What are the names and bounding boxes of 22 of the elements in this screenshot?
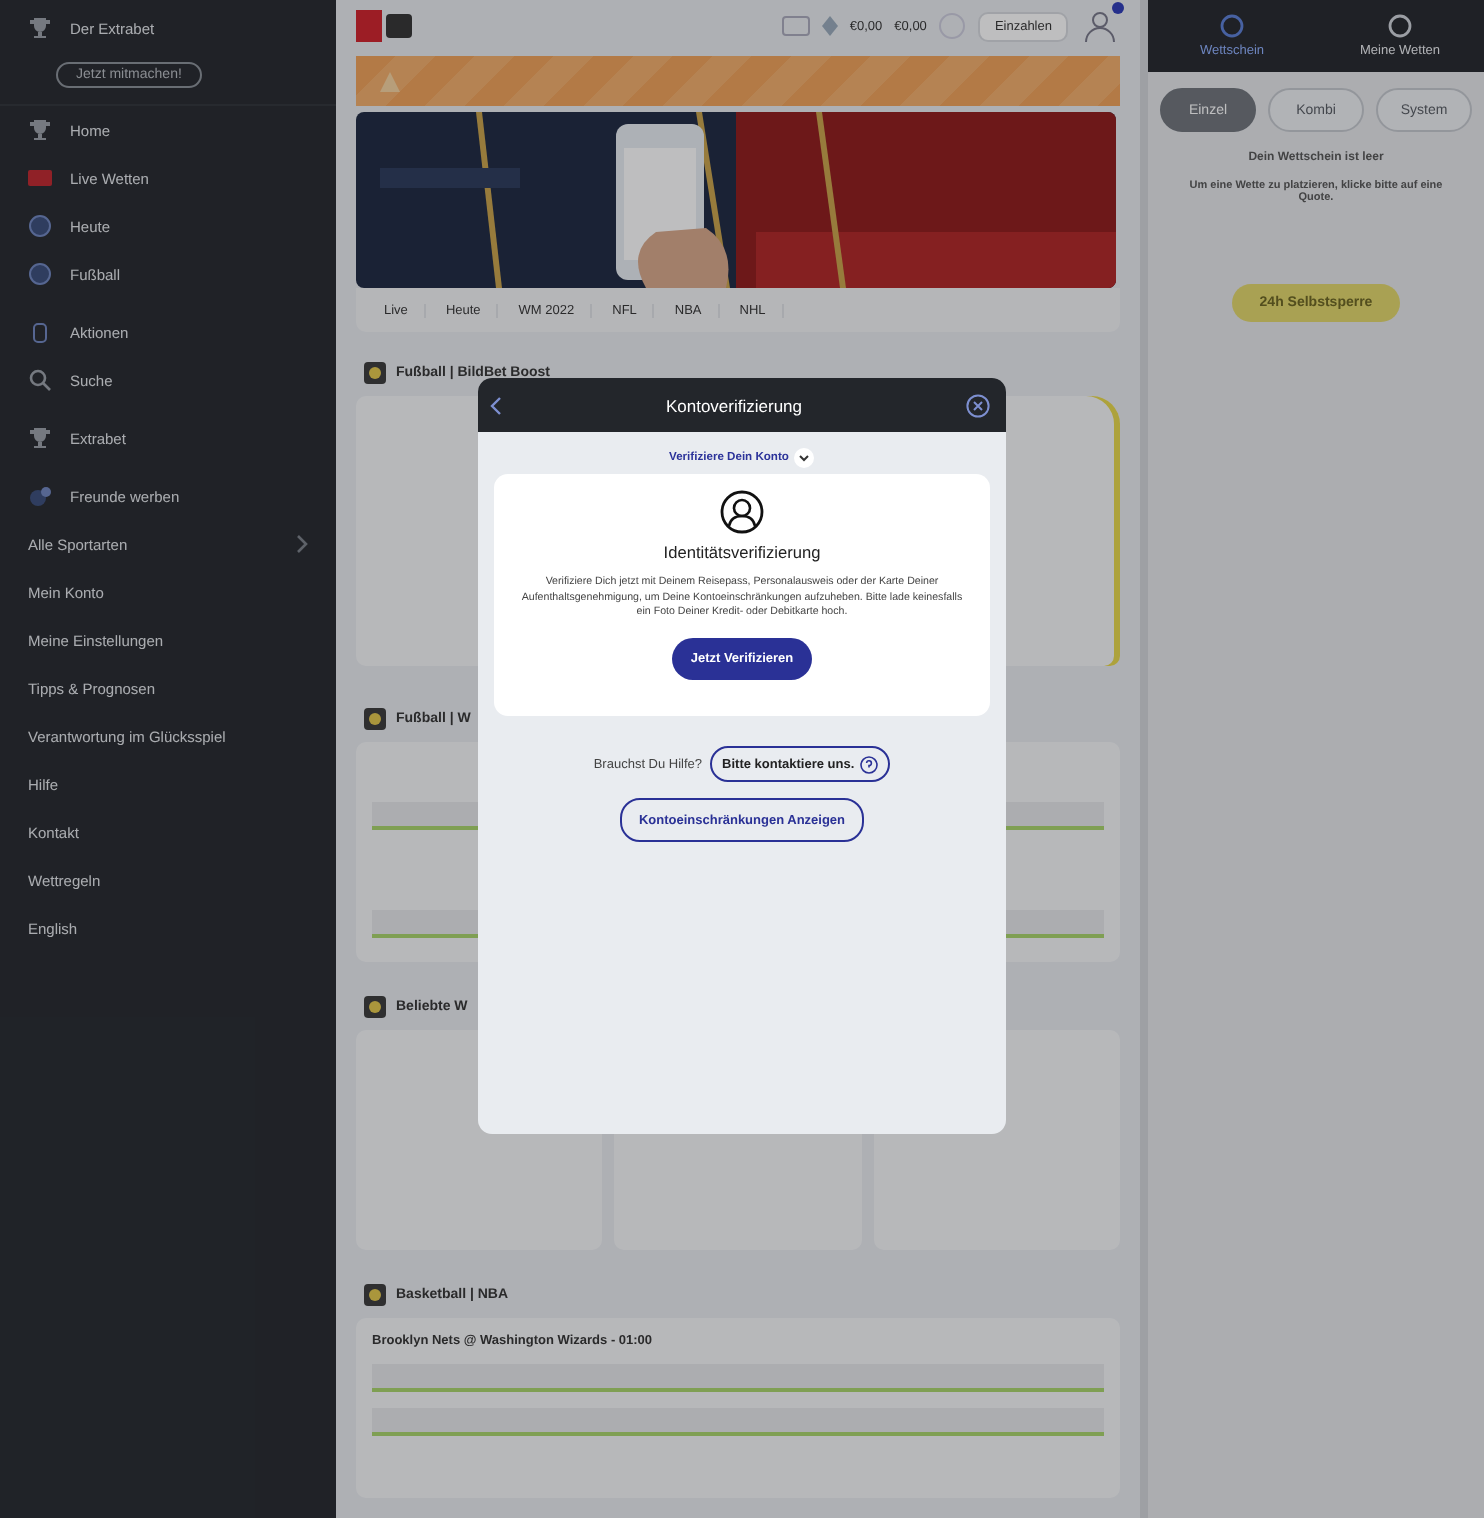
trophy-icon xyxy=(28,118,52,142)
back-button[interactable] xyxy=(486,391,506,419)
dialog-title: Kontoverifizierung xyxy=(665,395,803,415)
people-icon xyxy=(28,484,52,508)
close-button[interactable] xyxy=(961,389,994,421)
trophy-icon xyxy=(28,426,52,450)
live-icon xyxy=(28,166,52,190)
close-icon xyxy=(965,393,990,417)
help-icon xyxy=(860,755,879,773)
warning-icon xyxy=(380,71,400,91)
card-icon xyxy=(781,16,810,36)
chevron-left-icon xyxy=(490,395,502,415)
logo-icon xyxy=(356,10,412,42)
card-title: Identitätsverifizierung xyxy=(663,542,821,562)
chevron-right-icon xyxy=(296,534,308,554)
search-icon xyxy=(28,368,52,392)
trophy-icon xyxy=(28,16,52,40)
notification-badge xyxy=(1112,2,1124,14)
expand-button[interactable] xyxy=(794,448,815,468)
person-icon xyxy=(720,490,764,534)
user-icon xyxy=(1084,10,1116,42)
chevron-down-icon xyxy=(798,454,811,462)
